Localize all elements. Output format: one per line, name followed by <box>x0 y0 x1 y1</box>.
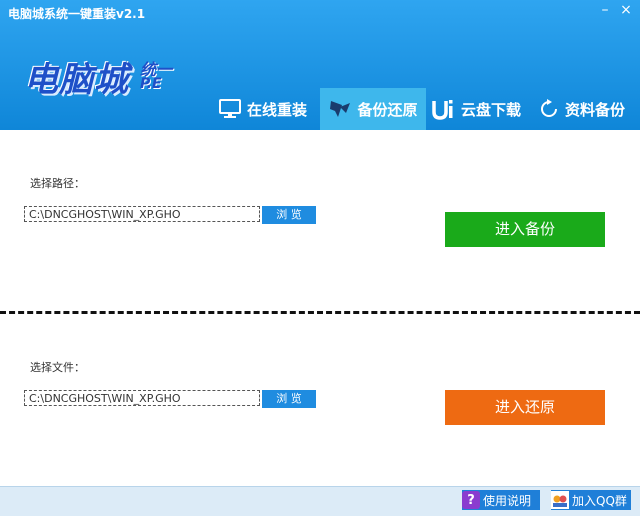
tab-cloud-download[interactable]: 云盘下载 <box>432 88 532 130</box>
join-qq-group-button[interactable]: 加入QQ群 <box>551 490 631 510</box>
close-button[interactable]: × <box>617 2 635 18</box>
window-title: 电脑城系统一键重装v2.1 <box>8 7 146 21</box>
backup-path-label: 选择路径： <box>30 177 85 190</box>
tab-data-backup[interactable]: 资料备份 <box>538 88 638 130</box>
monitor-icon <box>219 99 241 118</box>
backup-browse-button[interactable]: 浏 览 <box>262 206 316 224</box>
tab-label: 云盘下载 <box>461 100 522 119</box>
section-divider <box>0 311 640 314</box>
refresh-icon <box>541 99 557 117</box>
minimize-button[interactable]: – <box>596 2 614 18</box>
enter-restore-button[interactable]: 进入还原 <box>445 390 605 425</box>
help-label: 使用说明 <box>483 493 532 508</box>
ui-icon <box>432 100 453 120</box>
help-icon: ? <box>462 491 480 509</box>
qq-group-icon <box>551 491 569 509</box>
backup-path-input[interactable]: C:\DNCGHOST\WIN_XP.GHO <box>24 206 260 222</box>
qq-group-label: 加入QQ群 <box>572 493 627 508</box>
backup-icon <box>330 101 351 117</box>
tab-online-reinstall[interactable]: 在线重装 <box>218 88 318 130</box>
restore-file-label: 选择文件： <box>30 361 85 374</box>
help-button[interactable]: ? 使用说明 <box>462 490 540 510</box>
restore-file-input[interactable]: C:\DNCGHOST\WIN_XP.GHO <box>24 390 260 406</box>
logo-version: P.E <box>140 76 162 92</box>
enter-backup-button[interactable]: 进入备份 <box>445 212 605 247</box>
restore-browse-button[interactable]: 浏 览 <box>262 390 316 408</box>
tab-backup-restore[interactable]: 备份还原 <box>320 88 426 130</box>
tab-label: 资料备份 <box>565 100 626 119</box>
tab-label: 在线重装 <box>247 100 308 119</box>
tab-label: 备份还原 <box>357 100 418 119</box>
logo-text: 电脑城 <box>24 60 129 100</box>
footer-bar <box>0 486 640 516</box>
